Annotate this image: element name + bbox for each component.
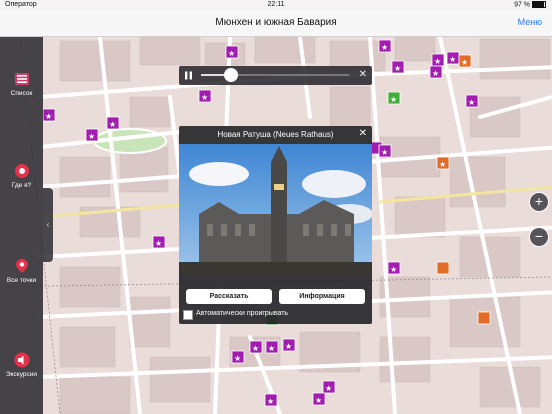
navigation-bar: Мюнхен и южная Бавария Меню [0,11,552,37]
battery-icon [532,1,546,8]
svg-text:★: ★ [390,95,397,104]
sidebar-item-label: Все точки [6,277,37,284]
svg-text:★: ★ [381,43,388,52]
svg-text:★: ★ [394,64,401,73]
svg-text:★: ★ [201,93,208,102]
svg-text:★: ★ [285,342,292,351]
playback-slider[interactable] [201,68,349,82]
sidebar: Список Где я? Все точки Экскурсии [0,37,43,414]
svg-text:★: ★ [268,344,275,353]
audio-player: ✕ [179,66,372,85]
svg-text:★: ★ [432,69,439,78]
info-button[interactable]: Информация [279,289,365,304]
autoplay-checkbox[interactable] [183,310,193,320]
svg-text:★: ★ [439,160,446,169]
playback-knob[interactable] [223,68,238,82]
svg-text:★: ★ [88,132,95,141]
svg-text:★: ★ [390,265,397,274]
svg-text:★: ★ [155,239,162,248]
svg-text:★: ★ [252,344,259,353]
sidebar-item-list[interactable]: Список [0,70,43,97]
pause-icon[interactable] [183,70,194,81]
svg-text:★: ★ [45,112,52,121]
svg-text:★: ★ [468,98,475,107]
svg-text:★: ★ [381,148,388,157]
status-bar: Оператор 22:11 97 % [0,0,552,11]
zoom-in-button[interactable]: + [529,192,549,212]
sidebar-collapse-handle[interactable]: ‹ [43,188,53,262]
locate-icon [14,164,29,178]
svg-text:★: ★ [434,57,441,66]
battery-label: 97 % [514,1,531,9]
battery-indicator: 97 % [514,1,546,8]
sidebar-item-tours[interactable]: Экскурсии [0,351,43,378]
page-title: Мюнхен и южная Бавария [215,17,337,28]
svg-text:★: ★ [449,55,456,64]
audio-tour-icon [14,352,29,368]
sidebar-item-where-am-i[interactable]: Где я? [0,162,43,189]
sidebar-item-all-points[interactable]: Все точки [0,257,43,284]
poi-popup: Новая Ратуша (Neues Rathaus) ✕ Рассказат… [179,126,372,324]
list-icon [14,73,29,85]
svg-text:★: ★ [228,49,235,58]
close-popup-icon[interactable]: ✕ [359,128,367,139]
autoplay-label: Автоматически проигрывать [196,310,289,317]
svg-text:★: ★ [461,58,468,67]
svg-text:★: ★ [109,120,116,129]
popup-title: Новая Ратуша (Neues Rathaus) [217,130,334,139]
svg-text:★: ★ [267,397,274,406]
svg-text:★: ★ [325,384,332,393]
poi-photo [179,144,372,274]
pin-icon [15,259,28,273]
sidebar-item-label: Где я? [11,182,32,189]
svg-text:★: ★ [234,354,241,363]
menu-button[interactable]: Меню [518,17,542,27]
svg-text:★: ★ [315,396,322,405]
close-player-icon[interactable]: ✕ [359,69,367,80]
sidebar-item-label: Список [10,90,33,97]
clock: 22:11 [267,1,285,8]
tell-button[interactable]: Рассказать [186,289,272,304]
zoom-out-button[interactable]: − [529,227,549,247]
sidebar-item-label: Экскурсии [5,371,38,378]
